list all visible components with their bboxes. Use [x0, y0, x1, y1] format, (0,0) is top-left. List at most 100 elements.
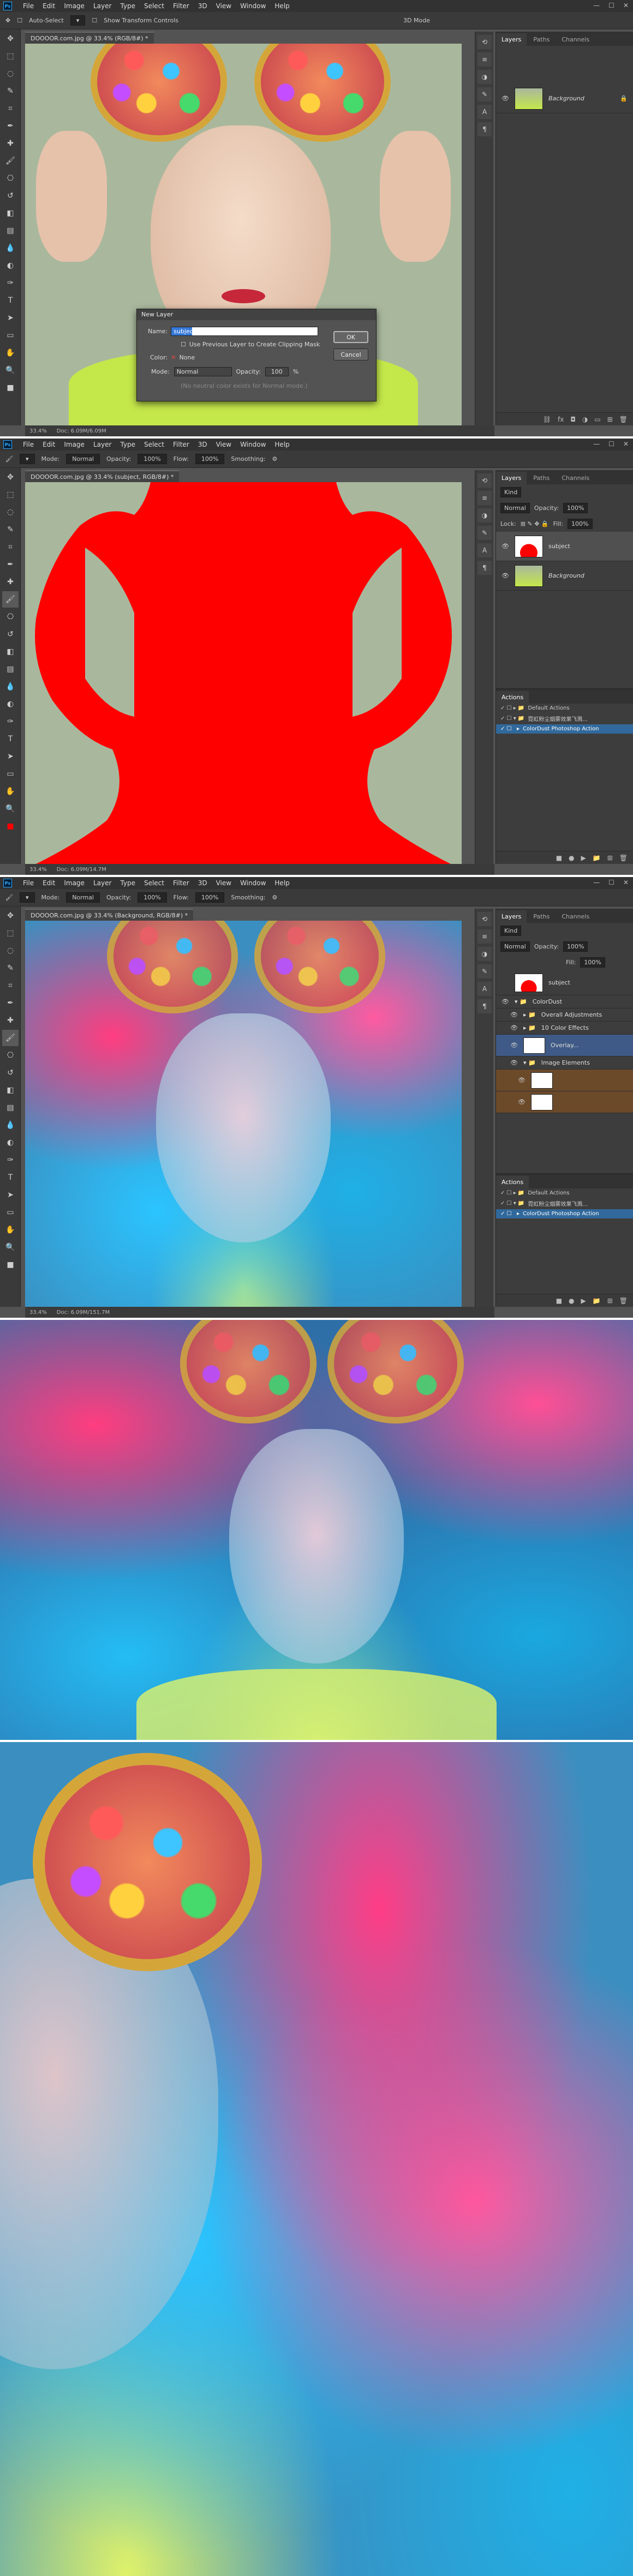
brush-tool-icon[interactable]: 🖌: [2, 153, 19, 169]
group-row[interactable]: 👁 ▸ 📁 Overall Adjustments: [496, 1008, 633, 1022]
menu-filter[interactable]: Filter: [169, 2, 194, 10]
action-set[interactable]: ✓ ☐ ▾ 📁 霓虹粉尘烟雾效果飞溅...: [496, 1198, 633, 1209]
menu-type[interactable]: Type: [116, 2, 140, 10]
brush-settings-icon[interactable]: ✎: [477, 526, 492, 540]
healing-tool-icon[interactable]: ✚: [2, 135, 19, 152]
blur-tool-icon[interactable]: 💧: [2, 678, 19, 695]
auto-select-dropdown[interactable]: ▾: [70, 15, 86, 26]
tab-paths[interactable]: Paths: [528, 33, 555, 46]
menu-image[interactable]: Image: [59, 441, 89, 448]
stop-icon[interactable]: ■: [556, 854, 562, 862]
tab-paths[interactable]: Paths: [528, 910, 555, 923]
dodge-tool-icon[interactable]: ◐: [2, 1134, 19, 1151]
healing-tool-icon[interactable]: ✚: [2, 1012, 19, 1029]
layer-row[interactable]: 👁 Background: [496, 561, 633, 591]
crop-tool-icon[interactable]: ⌗: [2, 977, 19, 994]
maximize-icon[interactable]: ☐: [608, 2, 614, 9]
menu-select[interactable]: Select: [140, 879, 169, 887]
settings-gear-icon[interactable]: ⚙: [272, 894, 278, 901]
visibility-eye-icon[interactable]: 👁: [510, 1011, 518, 1018]
hand-tool-icon[interactable]: ✋: [2, 1222, 19, 1238]
menu-type[interactable]: Type: [116, 441, 140, 448]
character-icon[interactable]: A: [477, 105, 492, 119]
visibility-eye-icon[interactable]: 👁: [510, 1059, 518, 1066]
brush-settings-icon[interactable]: ✎: [477, 964, 492, 978]
blend-mode-dropdown[interactable]: Normal: [500, 941, 530, 952]
quick-select-tool-icon[interactable]: ✎: [2, 960, 19, 976]
lasso-tool-icon[interactable]: ◌: [2, 65, 19, 82]
menu-layer[interactable]: Layer: [89, 441, 116, 448]
action-item[interactable]: ✓ ☐ ▸ ColorDust Photoshop Action: [496, 1209, 633, 1218]
visibility-eye-icon[interactable]: 👁: [501, 95, 509, 102]
eraser-tool-icon[interactable]: ◧: [2, 1082, 19, 1098]
document-tab[interactable]: DOOOOR.com.jpg @ 33.4% (Background, RGB/…: [25, 909, 194, 921]
type-tool-icon[interactable]: T: [2, 731, 19, 747]
menu-type[interactable]: Type: [116, 879, 140, 887]
history-icon[interactable]: ⟲: [477, 473, 492, 488]
lock-icons[interactable]: ⊞ ✎ ✥ 🔒: [521, 520, 549, 527]
layer-name-input[interactable]: subject: [171, 327, 319, 336]
tab-layers[interactable]: Layers: [496, 33, 527, 46]
character-icon[interactable]: A: [477, 543, 492, 557]
layer-row[interactable]: 👁: [496, 1070, 633, 1091]
maximize-icon[interactable]: ☐: [608, 440, 614, 448]
tab-channels[interactable]: Channels: [556, 33, 595, 46]
pen-tool-icon[interactable]: ✑: [2, 1152, 19, 1168]
menu-file[interactable]: File: [19, 441, 38, 448]
close-icon[interactable]: ✕: [623, 879, 629, 886]
properties-icon[interactable]: ≡: [477, 491, 492, 505]
visibility-eye-icon[interactable]: 👁: [501, 543, 509, 550]
menu-layer[interactable]: Layer: [89, 2, 116, 10]
menu-select[interactable]: Select: [140, 2, 169, 10]
layer-row[interactable]: 👁 subject: [496, 532, 633, 561]
brush-tool-icon[interactable]: 🖌: [2, 591, 19, 608]
mode-dropdown[interactable]: Normal: [174, 367, 232, 376]
color-swatch-icon[interactable]: ■: [2, 818, 19, 834]
gradient-tool-icon[interactable]: ▤: [2, 661, 19, 677]
marquee-tool-icon[interactable]: ⬚: [2, 48, 19, 64]
menu-layer[interactable]: Layer: [89, 879, 116, 887]
menu-help[interactable]: Help: [270, 879, 294, 887]
properties-icon[interactable]: ≡: [477, 929, 492, 944]
adjustment-layer-icon[interactable]: ◑: [582, 416, 588, 423]
minimize-icon[interactable]: —: [593, 2, 600, 9]
brush-size-dropdown[interactable]: ▾: [19, 892, 35, 903]
tab-layers[interactable]: Layers: [496, 472, 527, 484]
color-dropdown[interactable]: None: [179, 354, 195, 361]
path-select-icon[interactable]: ➤: [2, 310, 19, 326]
mask-icon[interactable]: ◘: [570, 416, 576, 423]
show-transform-checkbox[interactable]: ☐: [92, 17, 97, 24]
move-tool-icon[interactable]: ✥: [5, 17, 10, 24]
trash-icon[interactable]: 🗑: [619, 416, 628, 423]
hand-tool-icon[interactable]: ✋: [2, 783, 19, 800]
menu-3d[interactable]: 3D: [194, 441, 212, 448]
group-row[interactable]: 👁 ▾ 📁 Image Elements: [496, 1056, 633, 1070]
opacity-input[interactable]: 100%: [138, 892, 167, 903]
new-action-icon[interactable]: ⊞: [607, 854, 613, 862]
zoom-tool-icon[interactable]: 🔍: [2, 362, 19, 379]
menu-3d[interactable]: 3D: [194, 879, 212, 887]
dodge-tool-icon[interactable]: ◐: [2, 696, 19, 712]
color-swatch-icon[interactable]: ■: [2, 1257, 19, 1273]
opacity-input[interactable]: 100: [265, 367, 289, 376]
tab-actions[interactable]: Actions: [496, 691, 529, 704]
eyedropper-tool-icon[interactable]: ✒: [2, 118, 19, 134]
move-tool-icon[interactable]: ✥: [2, 469, 19, 485]
eraser-tool-icon[interactable]: ◧: [2, 644, 19, 660]
menu-window[interactable]: Window: [236, 2, 270, 10]
menu-edit[interactable]: Edit: [38, 441, 59, 448]
history-brush-icon[interactable]: ↺: [2, 1065, 19, 1081]
minimize-icon[interactable]: —: [593, 879, 600, 886]
play-icon[interactable]: ▶: [581, 854, 586, 862]
gradient-tool-icon[interactable]: ▤: [2, 223, 19, 239]
group-row[interactable]: 👁 ▸ 📁 10 Color Effects: [496, 1022, 633, 1035]
tab-paths[interactable]: Paths: [528, 472, 555, 484]
flow-input[interactable]: 100%: [195, 892, 225, 903]
adjustments-icon[interactable]: ◑: [477, 508, 492, 523]
menu-image[interactable]: Image: [59, 879, 89, 887]
eraser-tool-icon[interactable]: ◧: [2, 205, 19, 221]
blend-mode-dropdown[interactable]: Normal: [500, 503, 530, 513]
marquee-tool-icon[interactable]: ⬚: [2, 487, 19, 503]
opacity-input[interactable]: 100%: [138, 454, 167, 464]
flow-input[interactable]: 100%: [195, 454, 225, 464]
